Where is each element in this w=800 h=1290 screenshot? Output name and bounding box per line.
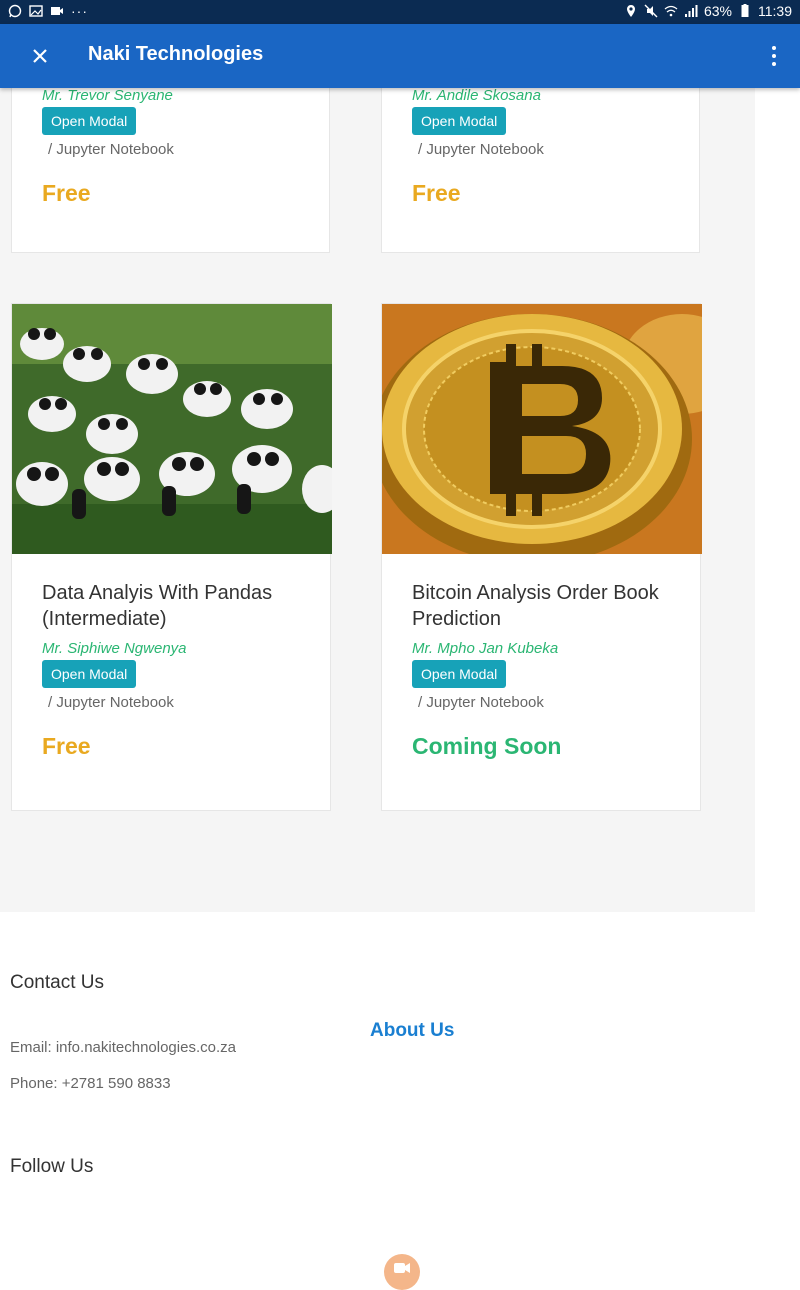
clock: 11:39 <box>758 3 792 19</box>
course-price: Free <box>42 180 91 206</box>
open-modal-button[interactable]: Open Modal <box>42 107 137 135</box>
contact-phone[interactable]: Phone: +2781 590 8833 <box>10 1075 171 1092</box>
course-author: Mr. Mpho Jan Kubeka <box>412 640 559 657</box>
follow-heading: Follow Us <box>10 1156 94 1177</box>
course-type: / Jupyter Notebook <box>418 141 544 158</box>
floating-video-button[interactable] <box>384 1254 420 1290</box>
wifi-icon <box>664 5 678 17</box>
course-price: Free <box>412 180 461 206</box>
contact-email[interactable]: Email: info.nakitechnologies.co.za <box>10 1039 236 1056</box>
more-vert-icon <box>772 46 776 50</box>
course-card: Mr. Trevor Senyane Open Modal / Jupyter … <box>11 60 330 253</box>
course-card: Bitcoin Analysis Order Book Prediction M… <box>381 303 702 811</box>
location-icon <box>626 5 635 17</box>
contact-heading: Contact Us <box>10 972 104 993</box>
more-notifications-icon: ··· <box>71 3 88 19</box>
course-card: Data Analyis With Pandas (Intermediate) … <box>11 303 332 811</box>
course-author: Mr. Siphiwe Ngwenya <box>42 640 187 657</box>
course-title[interactable]: Data Analyis With Pandas (Intermediate) <box>42 580 322 632</box>
signal-icon <box>684 5 698 17</box>
open-modal-button[interactable]: Open Modal <box>412 660 507 688</box>
course-card: Mr. Andile Skosana Open Modal / Jupyter … <box>381 60 700 253</box>
video-icon <box>51 7 63 15</box>
open-modal-button[interactable]: Open Modal <box>42 660 137 688</box>
course-title[interactable]: Bitcoin Analysis Order Book Prediction <box>412 580 692 632</box>
course-image-bitcoin[interactable] <box>382 304 702 554</box>
close-icon <box>33 49 47 63</box>
course-price: Coming Soon <box>412 733 562 759</box>
whatsapp-icon <box>8 4 22 18</box>
course-type: / Jupyter Notebook <box>418 694 544 711</box>
close-button[interactable] <box>22 38 58 74</box>
app-title: Naki Technologies <box>88 43 264 65</box>
course-image-pandas[interactable] <box>12 304 332 554</box>
course-author: Mr. Andile Skosana <box>412 87 541 104</box>
video-camera-icon <box>394 1263 410 1273</box>
open-modal-button[interactable]: Open Modal <box>412 107 507 135</box>
about-us-link[interactable]: About Us <box>370 1020 454 1042</box>
course-type: / Jupyter Notebook <box>48 694 174 711</box>
status-bar: ··· 63% 11:39 <box>0 0 800 24</box>
course-price: Free <box>42 733 91 759</box>
gallery-icon <box>29 5 43 17</box>
app-bar: Naki Technologies <box>0 24 800 88</box>
overflow-menu-button[interactable] <box>762 40 786 72</box>
battery-percent: 63% <box>703 3 732 19</box>
course-type: / Jupyter Notebook <box>48 141 174 158</box>
battery-icon <box>741 4 749 17</box>
course-author: Mr. Trevor Senyane <box>42 87 173 104</box>
mute-icon <box>644 4 658 18</box>
